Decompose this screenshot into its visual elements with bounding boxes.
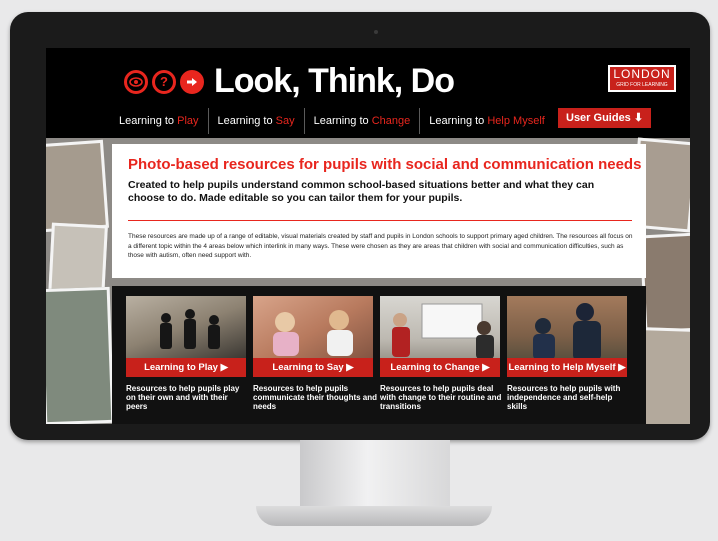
learning-to-play-button[interactable]: Learning to Play ▶ xyxy=(126,358,246,377)
card-description: Resources to help pupils communicate the… xyxy=(253,384,378,411)
lgfl-logo-line1: LONDON xyxy=(613,67,671,81)
user-guides-button[interactable]: User Guides ⬇ xyxy=(558,108,652,128)
question-icon: ? xyxy=(152,69,176,94)
learning-to-say-button[interactable]: Learning to Say ▶ xyxy=(253,358,373,377)
intro-lead: Created to help pupils understand common… xyxy=(128,179,595,204)
main-nav: Learning to Play Learning to Say Learnin… xyxy=(110,108,554,134)
site-header: ? Look, Think, Do LONDON GRID FOR LEARNI… xyxy=(46,48,690,138)
site-title: Look, Think, Do xyxy=(214,62,455,100)
camera-icon xyxy=(374,30,378,34)
nav-learning-to-help-myself[interactable]: Learning to Help Myself xyxy=(420,108,554,134)
collage-photo xyxy=(46,286,115,424)
card-learning-to-change: Learning to Change ▶ Resources to help p… xyxy=(380,296,501,411)
monitor-stand xyxy=(300,440,450,508)
card-description: Resources to help pupils play on their o… xyxy=(126,384,240,411)
nav-learning-to-say[interactable]: Learning to Say xyxy=(209,108,305,134)
lgfl-logo[interactable]: LONDON GRID FOR LEARNING xyxy=(608,65,676,92)
card-description: Resources to help pupils with independen… xyxy=(507,384,621,411)
monitor-stand-base xyxy=(256,506,492,526)
card-learning-to-help-myself: Learning to Help Myself ▶ Resources to h… xyxy=(507,296,627,411)
learning-to-change-button[interactable]: Learning to Change ▶ xyxy=(380,358,500,377)
intro-body: These resources are made up of a range o… xyxy=(128,233,633,259)
nav-learning-to-play[interactable]: Learning to Play xyxy=(110,108,209,134)
website-screen: ? Look, Think, Do LONDON GRID FOR LEARNI… xyxy=(46,48,690,424)
divider xyxy=(128,220,632,221)
eye-icon xyxy=(124,69,148,94)
collage-photo xyxy=(639,232,690,334)
card-learning-to-say: Learning to Say ▶ Resources to help pupi… xyxy=(253,296,377,411)
learning-to-help-myself-button[interactable]: Learning to Help Myself ▶ xyxy=(507,358,627,377)
nav-learning-to-change[interactable]: Learning to Change xyxy=(305,108,421,134)
collage-photo xyxy=(46,139,109,233)
arrow-right-icon xyxy=(180,69,204,94)
card-description: Resources to help pupils deal with chang… xyxy=(380,384,502,411)
intro-heading: Photo-based resources for pupils with so… xyxy=(128,156,642,173)
monitor-bezel: ? Look, Think, Do LONDON GRID FOR LEARNI… xyxy=(10,12,710,440)
topic-cards: Learning to Play ▶ Resources to help pup… xyxy=(112,286,646,424)
lgfl-logo-line2: GRID FOR LEARNING xyxy=(616,82,668,88)
site-logo[interactable]: ? Look, Think, Do xyxy=(124,62,455,101)
intro-panel: Photo-based resources for pupils with so… xyxy=(112,144,646,278)
card-learning-to-play: Learning to Play ▶ Resources to help pup… xyxy=(126,296,246,411)
